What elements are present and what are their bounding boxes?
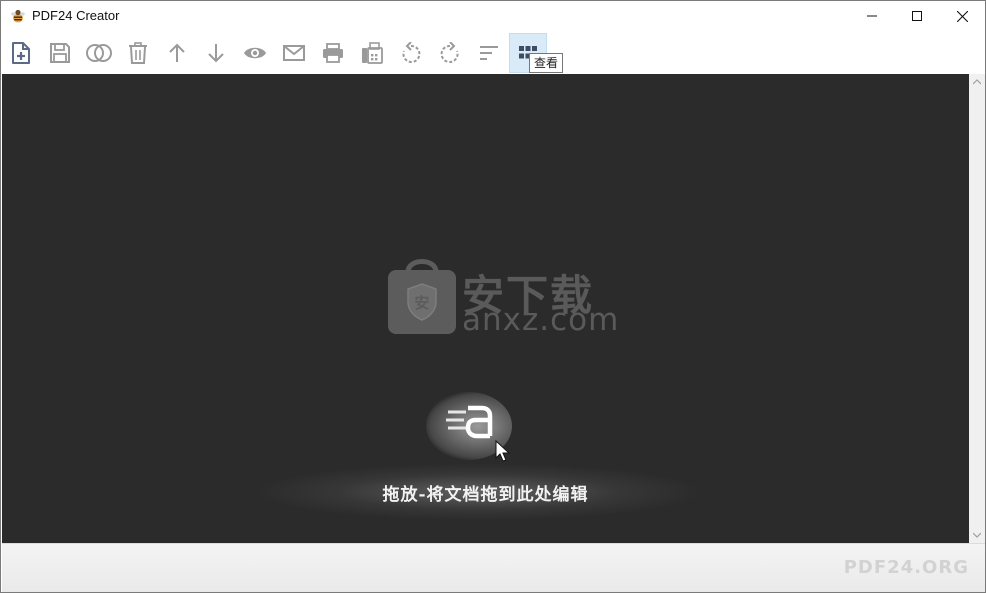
watermark-shield-bag-icon: 安 bbox=[388, 259, 456, 334]
floppy-disk-icon bbox=[50, 43, 70, 63]
minimize-button[interactable] bbox=[849, 1, 895, 31]
mouse-cursor-icon bbox=[495, 440, 511, 462]
toolbar bbox=[1, 31, 985, 91]
rotate-left-icon bbox=[402, 42, 421, 63]
trash-icon bbox=[129, 42, 147, 64]
maximize-button[interactable] bbox=[894, 1, 940, 31]
close-button[interactable] bbox=[939, 1, 985, 31]
move-up-button[interactable] bbox=[158, 33, 196, 73]
status-footer: PDF24.ORG bbox=[2, 543, 985, 592]
watermark-english-text: anxz.com bbox=[462, 302, 620, 338]
brand-label: PDF24.ORG bbox=[843, 557, 969, 578]
vertical-scrollbar[interactable] bbox=[969, 74, 985, 543]
sort-button[interactable] bbox=[470, 33, 508, 73]
print-button[interactable] bbox=[314, 33, 352, 73]
chevron-up-icon bbox=[973, 79, 981, 85]
merge-button[interactable] bbox=[80, 33, 118, 73]
chevron-down-icon bbox=[973, 532, 981, 538]
arrow-down-icon bbox=[208, 44, 224, 63]
close-icon bbox=[956, 10, 968, 22]
delete-button[interactable] bbox=[119, 33, 157, 73]
title-bar: PDF24 Creator bbox=[1, 1, 985, 31]
window-title: PDF24 Creator bbox=[32, 8, 120, 23]
eye-icon bbox=[244, 47, 266, 59]
document-drop-area[interactable]: 安 安下载 anxz.com 拖放-将文档拖到此处编辑 bbox=[2, 74, 969, 543]
maximize-icon bbox=[912, 11, 922, 21]
svg-text:安: 安 bbox=[414, 294, 429, 312]
preview-button[interactable] bbox=[236, 33, 274, 73]
rotate-left-button[interactable] bbox=[392, 33, 430, 73]
add-file-button[interactable] bbox=[2, 33, 40, 73]
minimize-icon bbox=[867, 15, 877, 17]
move-down-button[interactable] bbox=[197, 33, 235, 73]
fax-icon bbox=[362, 42, 383, 64]
view-tooltip: 查看 bbox=[529, 53, 564, 73]
file-plus-icon bbox=[12, 42, 30, 64]
rotate-right-icon bbox=[440, 42, 459, 63]
scroll-up-button[interactable] bbox=[969, 74, 985, 90]
app-window: PDF24 Creator 查看 安 安下载 anxz.com 拖放-将文档拖到… bbox=[0, 0, 986, 593]
arrow-up-icon bbox=[169, 43, 185, 62]
envelope-icon bbox=[283, 45, 305, 61]
rotate-right-button[interactable] bbox=[431, 33, 469, 73]
overlap-circles-icon bbox=[86, 44, 112, 62]
sort-icon bbox=[480, 46, 498, 60]
save-button[interactable] bbox=[41, 33, 79, 73]
printer-icon bbox=[323, 43, 343, 63]
email-button[interactable] bbox=[275, 33, 313, 73]
drop-hint-text: 拖放-将文档拖到此处编辑 bbox=[382, 485, 589, 505]
pdf24-bee-icon bbox=[11, 9, 25, 23]
fax-button[interactable] bbox=[353, 33, 391, 73]
scroll-down-button[interactable] bbox=[969, 527, 985, 543]
